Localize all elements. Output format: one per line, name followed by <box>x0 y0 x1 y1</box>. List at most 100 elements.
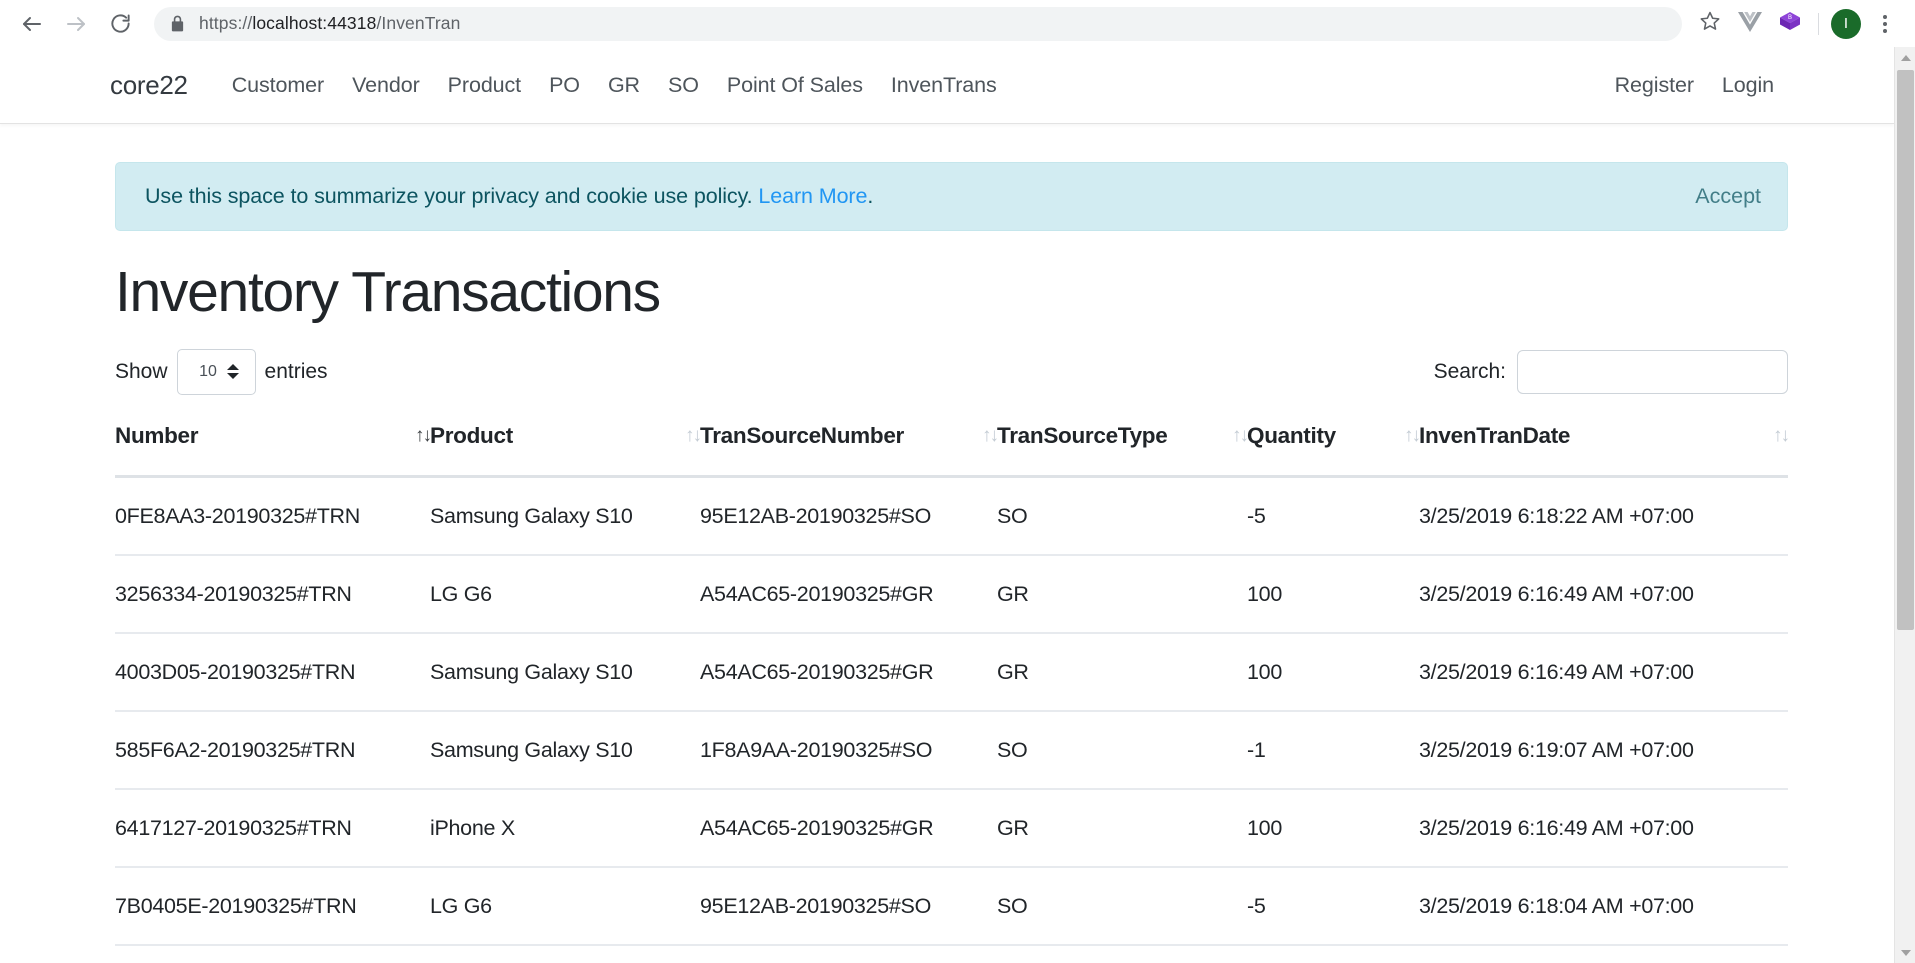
vue-devtools-icon <box>1738 11 1762 37</box>
cell-quantity: 100 <box>1247 554 1419 634</box>
nav-link-register[interactable]: Register <box>1601 73 1708 98</box>
profile-avatar[interactable]: I <box>1831 8 1861 39</box>
cell-transourcetype: GR <box>997 788 1247 868</box>
cell-transourcetype: SO <box>997 866 1247 946</box>
cell-transourcetype: GR <box>997 554 1247 634</box>
cell-transourcenumber: 95E12AB-20190325#SO <box>700 476 997 556</box>
star-icon <box>1699 10 1721 37</box>
column-label-quantity: Quantity <box>1247 422 1336 448</box>
column-label-product: Product <box>430 422 513 448</box>
cell-quantity: -5 <box>1247 476 1419 556</box>
column-label-inventrandate: InvenTranDate <box>1419 422 1571 448</box>
nav-link-point-of-sales[interactable]: Point Of Sales <box>713 73 877 98</box>
learn-more-link[interactable]: Learn More <box>758 184 867 208</box>
sort-icon-number[interactable]: ↑↓ <box>405 426 432 445</box>
purple-extension-button[interactable]: B <box>1770 4 1810 44</box>
cell-number: 7B0405E-20190325#TRN <box>115 866 430 946</box>
cookie-text-after: . <box>867 184 874 208</box>
table-row: 6417127-20190325#TRN iPhone X A54AC65-2019… <box>115 788 1788 868</box>
sort-icon-transourcetype[interactable]: ↑↓ <box>1222 426 1249 445</box>
cell-transourcetype: SO <box>997 476 1247 556</box>
back-button[interactable] <box>10 2 54 46</box>
nav-link-product[interactable]: Product <box>434 73 535 98</box>
nav-link-gr[interactable]: GR <box>594 73 654 98</box>
reload-button[interactable] <box>98 2 142 46</box>
cell-inventrandate: 3/25/2019 6:18:22 AM +07:00 <box>1419 476 1788 556</box>
cell-product: iPhone X <box>430 788 700 868</box>
page-length-control: Show 10 entries <box>115 348 328 395</box>
lock-icon <box>170 15 185 32</box>
column-header-transourcetype[interactable]: TranSourceType ↑↓ <box>997 422 1249 478</box>
cell-product: Samsung Galaxy S10 <box>430 632 700 712</box>
cell-quantity: -1 <box>1247 710 1419 790</box>
cell-quantity: 100 <box>1247 632 1419 712</box>
browser-menu-button[interactable] <box>1865 4 1905 44</box>
nav-link-customer[interactable]: Customer <box>218 73 338 98</box>
cell-transourcetype: GR <box>997 632 1247 712</box>
brand-logo[interactable]: core22 <box>110 70 188 101</box>
page-scrollbar[interactable] <box>1894 47 1915 963</box>
table-row: 585F6A2-20190325#TRN Samsung Galaxy S10 1F… <box>115 710 1788 790</box>
extension-cube-icon: B <box>1778 9 1802 38</box>
cell-transourcenumber: A54AC65-20190325#GR <box>700 554 997 634</box>
table-body: 0FE8AA3-20190325#TRN Samsung Galaxy S10 95… <box>115 476 1788 946</box>
navbar-auth-links: Register Login <box>1601 73 1894 98</box>
nav-link-login[interactable]: Login <box>1708 73 1788 98</box>
cell-product: LG G6 <box>430 554 700 634</box>
scroll-down-arrow-icon[interactable] <box>1895 942 1915 963</box>
cell-transourcenumber: 95E12AB-20190325#SO <box>700 866 997 946</box>
sort-icon-quantity[interactable]: ↑↓ <box>1394 426 1421 445</box>
table-row: 7B0405E-20190325#TRN LG G6 95E12AB-2019032… <box>115 866 1788 946</box>
table-row: 0FE8AA3-20190325#TRN Samsung Galaxy S10 95… <box>115 476 1788 556</box>
browser-actions: B I <box>1690 2 1905 46</box>
column-header-product[interactable]: Product ↑↓ <box>430 422 702 478</box>
cell-inventrandate: 3/25/2019 6:16:49 AM +07:00 <box>1419 632 1788 712</box>
reload-icon <box>109 12 132 35</box>
nav-link-so[interactable]: SO <box>654 73 713 98</box>
cell-number: 3256334-20190325#TRN <box>115 554 430 634</box>
table-row: 3256334-20190325#TRN LG G6 A54AC65-2019032… <box>115 554 1788 634</box>
cookie-text-before: Use this space to summarize your privacy… <box>145 184 759 208</box>
table-header-row: Number ↑↓ Product ↑↓ TranSourceNumber ↑↓… <box>115 422 1790 478</box>
column-header-quantity[interactable]: Quantity ↑↓ <box>1247 422 1421 478</box>
nav-link-po[interactable]: PO <box>535 73 594 98</box>
cell-number: 4003D05-20190325#TRN <box>115 632 430 712</box>
column-label-transourcetype: TranSourceType <box>997 422 1168 448</box>
cell-number: 585F6A2-20190325#TRN <box>115 710 430 790</box>
nav-link-inventrans[interactable]: InvenTrans <box>877 73 1011 98</box>
bookmark-button[interactable] <box>1690 4 1730 44</box>
scrollbar-thumb[interactable] <box>1897 70 1914 630</box>
cell-inventrandate: 3/25/2019 6:16:49 AM +07:00 <box>1419 554 1788 634</box>
cell-number: 6417127-20190325#TRN <box>115 788 430 868</box>
column-header-inventrandate[interactable]: InvenTranDate ↑↓ <box>1419 422 1790 478</box>
sort-icon-product[interactable]: ↑↓ <box>675 426 702 445</box>
forward-button[interactable] <box>54 2 98 46</box>
page-content: Use this space to summarize your privacy… <box>0 162 1894 946</box>
inventory-transactions-table: Number ↑↓ Product ↑↓ TranSourceNumber ↑↓… <box>115 422 1790 946</box>
cell-product: Samsung Galaxy S10 <box>430 710 700 790</box>
page-length-select[interactable]: 10 <box>176 348 256 395</box>
sort-icon-inventrandate[interactable]: ↑↓ <box>1763 426 1790 445</box>
toolbar-divider <box>1818 12 1819 35</box>
scroll-up-arrow-icon[interactable] <box>1895 47 1915 68</box>
cell-number: 0FE8AA3-20190325#TRN <box>115 476 430 556</box>
three-dots-menu-icon <box>1883 14 1887 33</box>
vue-devtools-extension-button[interactable] <box>1730 4 1770 44</box>
accept-cookies-button[interactable]: Accept <box>1695 184 1761 209</box>
arrow-right-icon <box>64 12 88 36</box>
column-header-number[interactable]: Number ↑↓ <box>115 422 432 478</box>
url-text: https://localhost:44318/InvenTran <box>199 13 461 33</box>
cell-transourcenumber: A54AC65-20190325#GR <box>700 632 997 712</box>
show-label: Show <box>115 359 168 383</box>
cell-quantity: -5 <box>1247 866 1419 946</box>
sort-icon-transourcenumber[interactable]: ↑↓ <box>972 426 999 445</box>
address-bar[interactable]: https://localhost:44318/InvenTran <box>154 6 1682 41</box>
search-input[interactable] <box>1517 349 1788 394</box>
nav-link-vendor[interactable]: Vendor <box>338 73 434 98</box>
cookie-consent-banner: Use this space to summarize your privacy… <box>115 162 1788 231</box>
profile-initial: I <box>1843 15 1849 32</box>
column-header-transourcenumber[interactable]: TranSourceNumber ↑↓ <box>700 422 999 478</box>
page-viewport: core22 Customer Vendor Product PO GR SO … <box>0 47 1894 963</box>
cell-product: Samsung Galaxy S10 <box>430 476 700 556</box>
page-length-value: 10 <box>199 362 217 380</box>
